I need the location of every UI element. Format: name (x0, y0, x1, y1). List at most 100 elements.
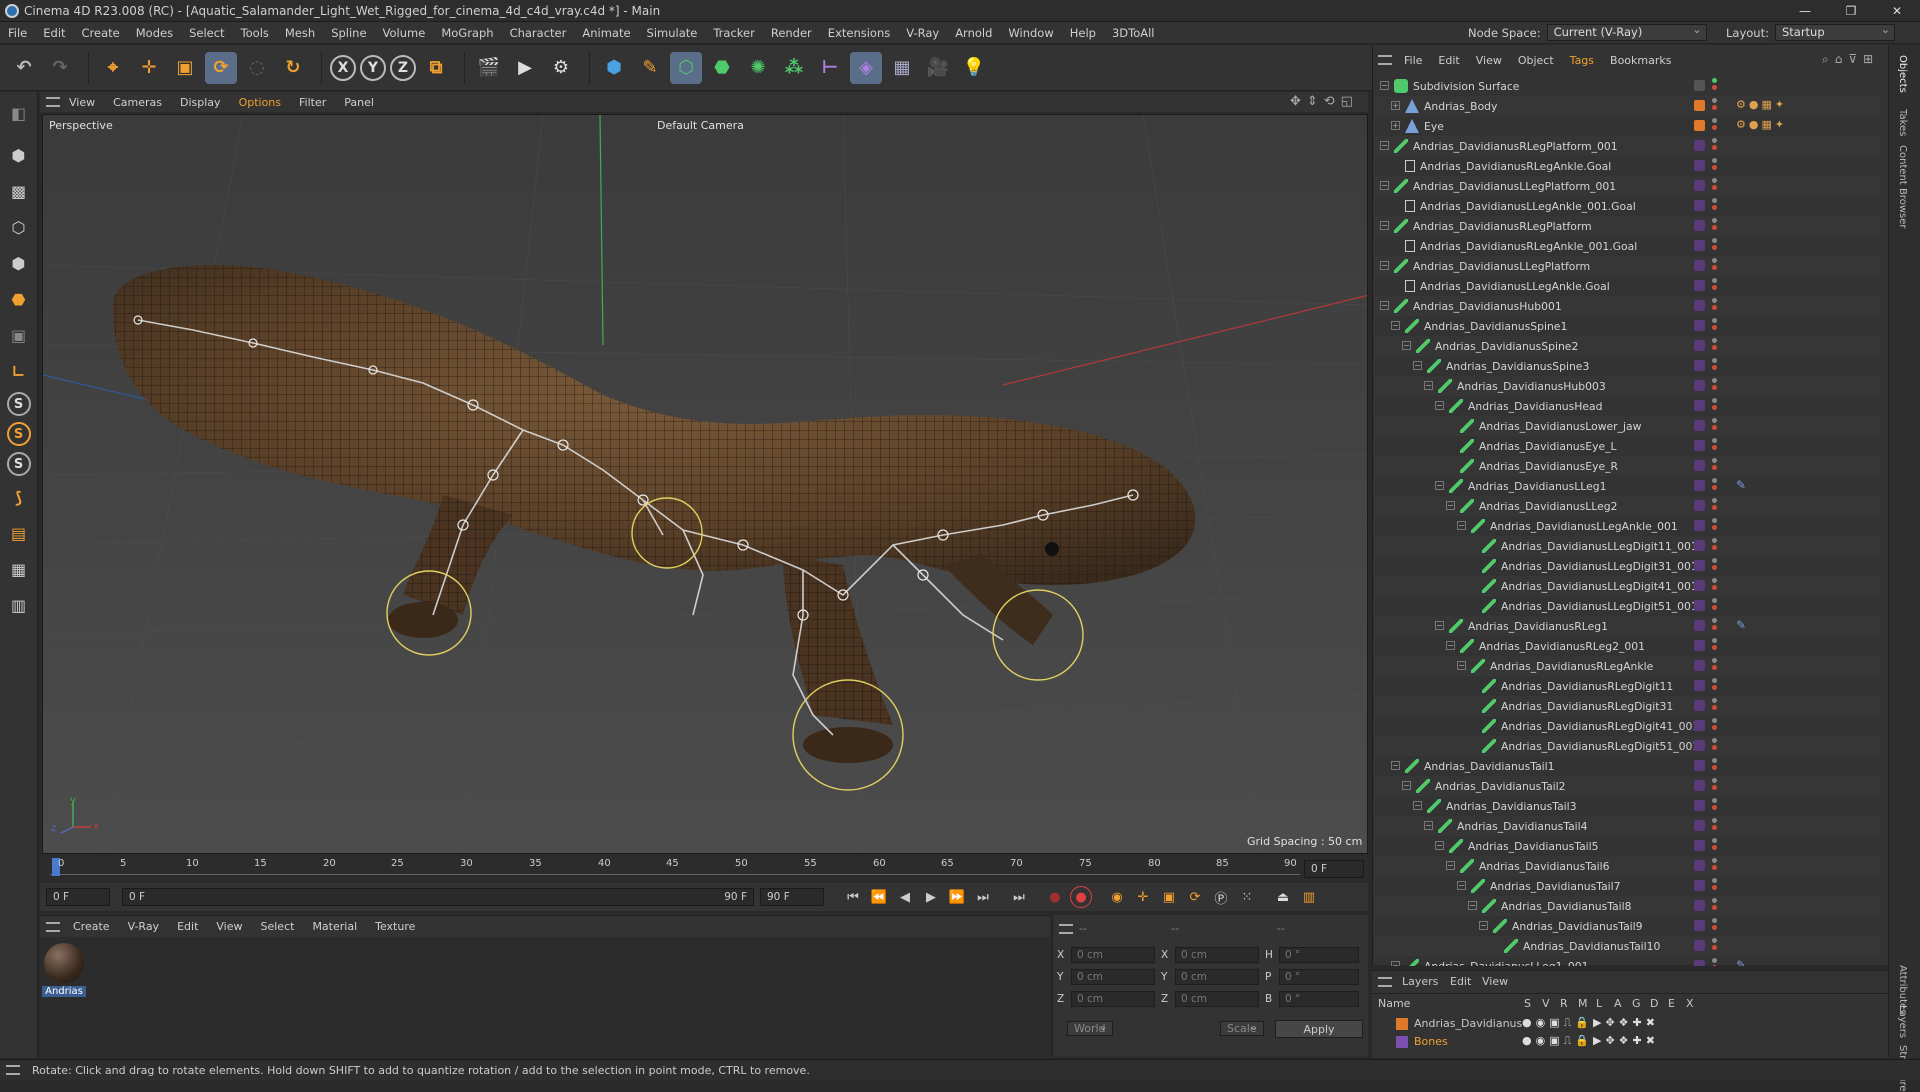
end-frame-field[interactable]: 90 F (760, 888, 824, 906)
position-y-field[interactable]: 0 cm (1071, 969, 1155, 985)
side-tab-takes[interactable]: Takes (1897, 109, 1908, 136)
visibility-dots-icon[interactable] (1712, 298, 1717, 314)
visibility-dots-icon[interactable] (1712, 918, 1717, 934)
object-row[interactable]: − Andrias_DavidianusTail5 (1374, 836, 1880, 856)
menu-simulate[interactable]: Simulate (639, 26, 706, 40)
layer-swatch[interactable] (1694, 920, 1705, 931)
visibility-dots-icon[interactable] (1712, 98, 1717, 114)
visibility-dots-icon[interactable] (1712, 278, 1717, 294)
menu-mesh[interactable]: Mesh (277, 26, 323, 40)
fcurve-icon[interactable]: ▥ (1298, 886, 1320, 908)
visibility-dots-icon[interactable] (1712, 558, 1717, 574)
viewport-menu-panel[interactable]: Panel (335, 96, 383, 109)
visibility-dots-icon[interactable] (1712, 698, 1717, 714)
object-name[interactable]: Andrias_DavidianusHub001 (1413, 300, 1562, 313)
object-name[interactable]: Andrias_DavidianusRLegDigit41_001 (1501, 720, 1699, 733)
layer-name[interactable]: Bones (1414, 1035, 1448, 1048)
visibility-dots-icon[interactable] (1712, 338, 1717, 354)
grid-icon[interactable]: ▦ (4, 554, 34, 584)
go-to-start-icon[interactable]: ⏮ (842, 886, 864, 908)
visibility-dots-icon[interactable] (1712, 438, 1717, 454)
visibility-dots-icon[interactable] (1712, 138, 1717, 154)
key-position-icon[interactable]: ✛ (1132, 886, 1154, 908)
array-icon[interactable]: ⁂ (778, 52, 810, 84)
menu-volume[interactable]: Volume (375, 26, 434, 40)
layer-swatch[interactable] (1694, 100, 1705, 111)
object-name[interactable]: Andrias_DavidianusTail5 (1468, 840, 1599, 853)
object-name[interactable]: Andrias_DavidianusRLegDigit11 (1501, 680, 1673, 693)
visibility-dots-icon[interactable] (1712, 118, 1717, 134)
menu-tracker[interactable]: Tracker (705, 26, 763, 40)
layer-swatch[interactable] (1694, 480, 1705, 491)
render-picture-viewer-icon[interactable]: ▶ (509, 52, 541, 84)
layer-swatch[interactable] (1694, 620, 1705, 631)
object-name[interactable]: Andrias_DavidianusLLegDigit11_001 (1501, 540, 1698, 553)
visibility-dots-icon[interactable] (1712, 618, 1717, 634)
object-row[interactable]: Andrias_DavidianusRLegAnkle.Goal (1374, 156, 1880, 176)
layer-swatch[interactable] (1694, 120, 1705, 131)
material-thumbnail[interactable] (44, 943, 84, 983)
go-to-end-icon[interactable]: ⏭ (972, 886, 994, 908)
size-mode-dropdown[interactable]: Scale (1220, 1021, 1264, 1036)
visibility-dots-icon[interactable] (1712, 678, 1717, 694)
collapse-toggle-icon[interactable]: − (1479, 921, 1488, 930)
timeline-window-icon[interactable]: ⏏ (1272, 886, 1294, 908)
hamburger-icon[interactable] (46, 97, 60, 107)
size-y-field[interactable]: 0 cm (1175, 969, 1259, 985)
uv-mode-icon[interactable]: ▣ (4, 320, 34, 350)
object-row[interactable]: Andrias_DavidianusLLegDigit11_001 (1374, 536, 1880, 556)
visibility-dots-icon[interactable] (1712, 358, 1717, 374)
viewport-nav-icons[interactable]: ✥⇕⟲◱ (1290, 94, 1359, 109)
object-name[interactable]: Andrias_DavidianusRLegAnkle_001.Goal (1420, 240, 1637, 253)
ik-tag-icon[interactable]: ✎ (1736, 618, 1746, 632)
object-row[interactable]: + Eye ⚙●▦✦ (1374, 116, 1880, 136)
object-name[interactable]: Andrias_DavidianusEye_L (1479, 440, 1617, 453)
collapse-toggle-icon[interactable]: − (1391, 761, 1400, 770)
objects-menu-file[interactable]: File (1396, 54, 1430, 67)
object-row[interactable]: − Andrias_DavidianusHub003 (1374, 376, 1880, 396)
object-row[interactable]: − Andrias_DavidianusLLeg1 ✎ (1374, 476, 1880, 496)
layer-swatch[interactable] (1694, 640, 1705, 651)
layers-menu-view[interactable]: View (1482, 975, 1508, 988)
visibility-dots-icon[interactable] (1712, 418, 1717, 434)
visibility-dots-icon[interactable] (1712, 218, 1717, 234)
object-row[interactable]: Andrias_DavidianusRLegAnkle_001.Goal (1374, 236, 1880, 256)
layer-swatch[interactable] (1694, 760, 1705, 771)
layer-color-swatch[interactable] (1396, 1036, 1408, 1048)
visibility-dots-icon[interactable] (1712, 658, 1717, 674)
visibility-dots-icon[interactable] (1712, 798, 1717, 814)
rotate-tool-icon[interactable]: ⟳ (205, 51, 237, 84)
menu-vray[interactable]: V-Ray (898, 26, 947, 40)
side-tab-content-browser[interactable]: Content Browser (1897, 145, 1908, 228)
object-name[interactable]: Andrias_DavidianusLLeg1 (1468, 480, 1606, 493)
object-row[interactable]: − Andrias_DavidianusSpine3 (1374, 356, 1880, 376)
layer-swatch[interactable] (1694, 80, 1705, 91)
object-name[interactable]: Andrias_DavidianusHead (1468, 400, 1603, 413)
layer-swatch[interactable] (1694, 700, 1705, 711)
hamburger-icon[interactable] (46, 921, 60, 932)
object-name[interactable]: Andrias_DavidianusTail10 (1523, 940, 1660, 953)
mograph-cloner-icon[interactable]: ✺ (742, 52, 774, 84)
visibility-dots-icon[interactable] (1712, 158, 1717, 174)
object-name[interactable]: Subdivision Surface (1413, 80, 1519, 93)
layers-menu-edit[interactable]: Edit (1450, 975, 1471, 988)
layout-dropdown[interactable]: Startup (1774, 22, 1895, 41)
collapse-toggle-icon[interactable]: − (1424, 821, 1433, 830)
collapse-toggle-icon[interactable]: − (1413, 801, 1422, 810)
select-tool-icon[interactable]: ⌖ (97, 52, 129, 84)
object-name[interactable]: Andrias_DavidianusRLegDigit31 (1501, 700, 1673, 713)
collapse-toggle-icon[interactable]: − (1457, 661, 1466, 670)
menu-edit[interactable]: Edit (35, 26, 73, 40)
object-name[interactable]: Andrias_DavidianusTail4 (1457, 820, 1588, 833)
visibility-dots-icon[interactable] (1712, 378, 1717, 394)
object-row[interactable]: − Subdivision Surface (1374, 76, 1880, 96)
layer-swatch[interactable] (1694, 220, 1705, 231)
object-name[interactable]: Andrias_DavidianusLLegPlatform_001 (1413, 180, 1616, 193)
light-icon[interactable]: 💡 (958, 52, 990, 84)
objects-menu-edit[interactable]: Edit (1430, 54, 1467, 67)
object-name[interactable]: Andrias_DavidianusLLegAnkle_001.Goal (1420, 200, 1636, 213)
layer-swatch[interactable] (1694, 720, 1705, 731)
menu-window[interactable]: Window (1000, 26, 1061, 40)
side-tab-layers[interactable]: Layers (1897, 1005, 1908, 1038)
menu-select[interactable]: Select (181, 26, 232, 40)
